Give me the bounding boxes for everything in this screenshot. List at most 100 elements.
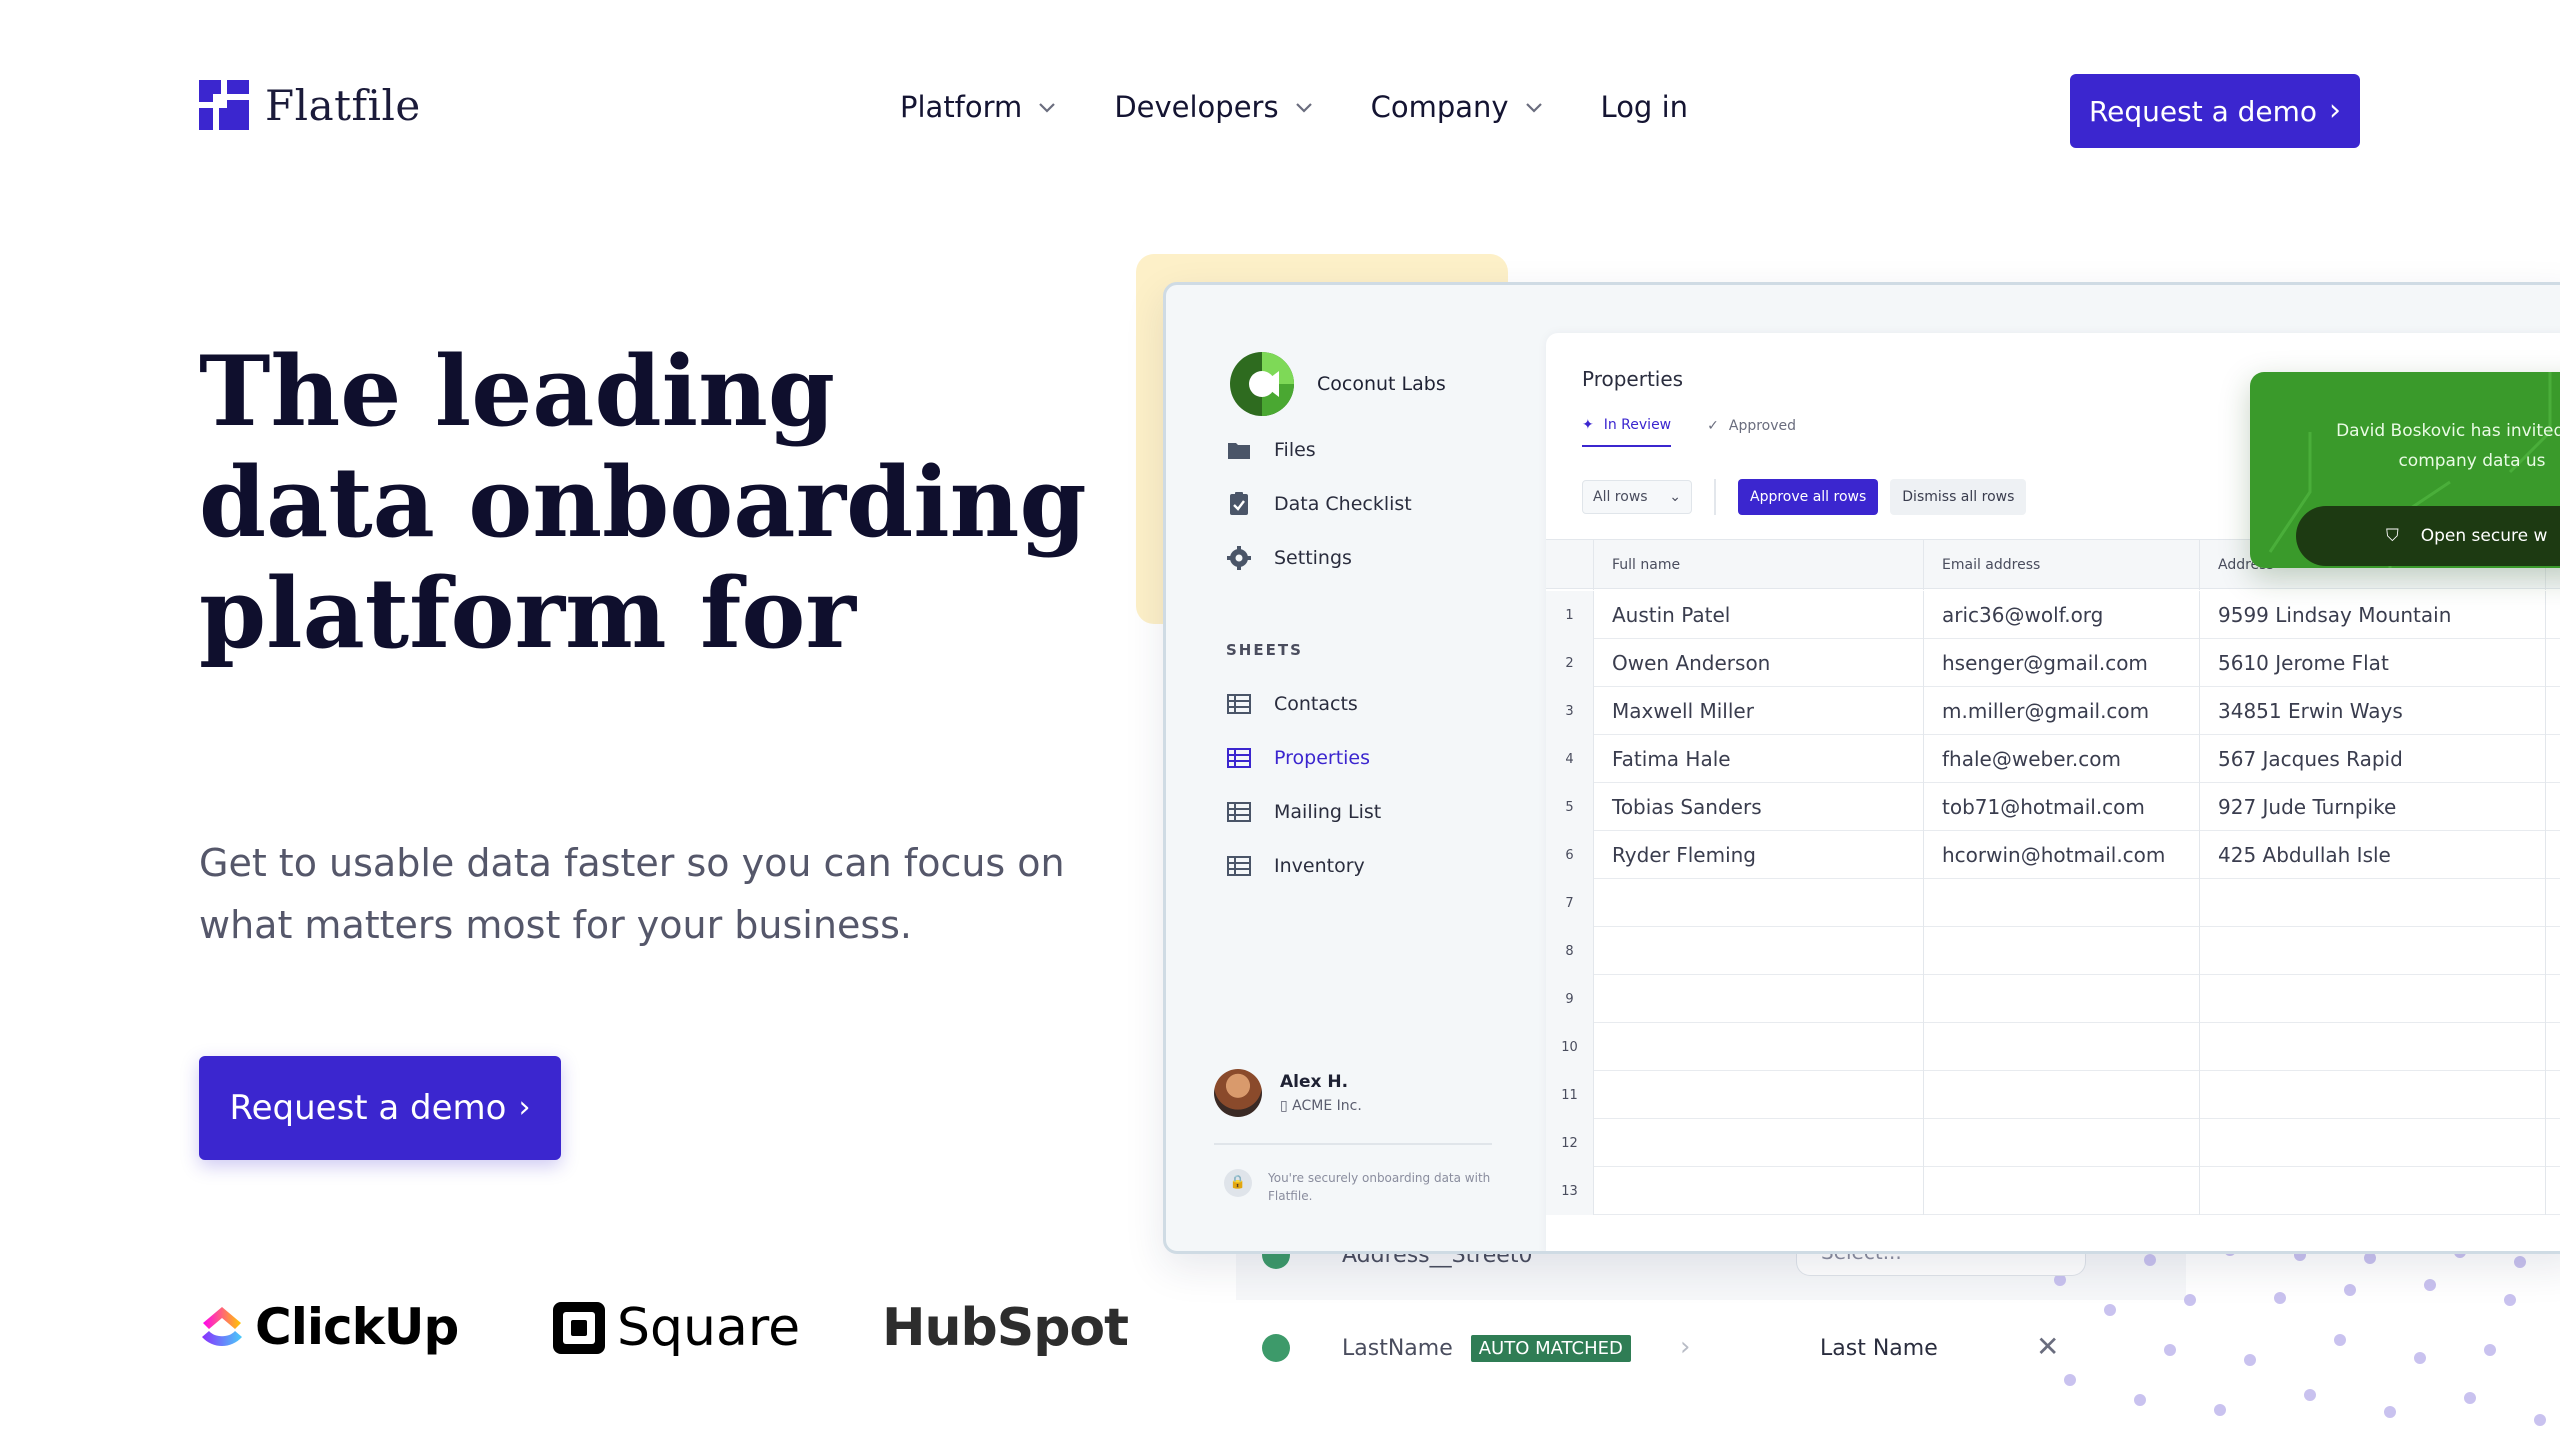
table-row[interactable]: 3 Maxwell Miller m.miller@gmail.com 34851 E… [1546,687,2560,735]
table-cell-address[interactable]: 425 Abdullah Isle [2200,831,2546,879]
table-row[interactable]: 10 [1546,1023,2560,1071]
sidebar-item-properties[interactable]: Properties [1226,745,1370,771]
table-row[interactable]: 6 Ryder Fleming hcorwin@hotmail.com 425 Abd… [1546,831,2560,879]
table-cell-name[interactable]: Tobias Sanders [1594,783,1924,831]
table-cell-extra[interactable]: 997 [2546,639,2560,687]
header-request-demo-button[interactable]: Request a demo › [2070,74,2360,148]
table-cell-extra[interactable]: 292 [2546,831,2560,879]
table-cell-extra[interactable] [2546,879,2560,927]
nav-company[interactable]: Company [1371,90,1545,124]
sidebar-item-settings[interactable]: Settings [1226,545,1352,571]
close-icon[interactable]: ✕ [2036,1330,2059,1363]
table-cell-extra[interactable] [2546,1119,2560,1167]
table-cell-email[interactable] [1924,1119,2200,1167]
table-cell-address[interactable]: 9599 Lindsay Mountain [2200,591,2546,639]
table-cell-email[interactable] [1924,1167,2200,1215]
sidebar-item-mailing-list[interactable]: Mailing List [1226,799,1381,825]
open-secure-workspace-button[interactable]: ⛉ Open secure w [2296,506,2560,566]
table-cell-email[interactable] [1924,975,2200,1023]
user-org: ▯ ACME Inc. [1280,1098,1362,1114]
table-cell-extra[interactable] [2546,1071,2560,1119]
column-header[interactable]: Email address [1924,540,2200,590]
table-cell-email[interactable]: hcorwin@hotmail.com [1924,831,2200,879]
table-cell-name[interactable]: Austin Patel [1594,591,1924,639]
table-cell-name[interactable]: Maxwell Miller [1594,687,1924,735]
table-cell-email[interactable] [1924,1023,2200,1071]
sidebar-item-files[interactable]: Files [1226,437,1316,463]
table-icon [1227,802,1251,822]
table-cell-extra[interactable] [2546,1023,2560,1071]
table-cell-email[interactable]: fhale@weber.com [1924,735,2200,783]
table-cell-address[interactable] [2200,1119,2546,1167]
table-cell-name[interactable] [1594,1071,1924,1119]
table-cell-email[interactable]: tob71@hotmail.com [1924,783,2200,831]
tab-approved[interactable]: ✓ Approved [1707,417,1796,447]
row-filter-select[interactable]: All rows ⌄ [1582,480,1692,514]
flatfile-logo[interactable]: Flatfile [199,80,421,130]
table-cell-name[interactable]: Ryder Fleming [1594,831,1924,879]
table-row[interactable]: 11 [1546,1071,2560,1119]
dismiss-all-button[interactable]: Dismiss all rows [1890,479,2027,515]
table-cell-name[interactable] [1594,879,1924,927]
row-number: 13 [1546,1167,1594,1215]
hero-request-demo-button[interactable]: Request a demo › [199,1056,561,1160]
table-row[interactable]: 2 Owen Anderson hsenger@gmail.com 5610 Jero… [1546,639,2560,687]
table-row[interactable]: 1 Austin Patel aric36@wolf.org 9599 Lindsay… [1546,591,2560,639]
table-row[interactable]: 8 [1546,927,2560,975]
table-cell-name[interactable] [1594,1023,1924,1071]
gear-icon [1227,546,1251,570]
table-cell-name[interactable] [1594,1167,1924,1215]
table-cell-email[interactable] [1924,1071,2200,1119]
table-cell-address[interactable]: 927 Jude Turnpike [2200,783,2546,831]
sidebar-item-contacts[interactable]: Contacts [1226,691,1358,717]
table-cell-email[interactable] [1924,879,2200,927]
table-cell-address[interactable] [2200,879,2546,927]
table-cell-email[interactable]: m.miller@gmail.com [1924,687,2200,735]
table-cell-extra[interactable] [2546,1167,2560,1215]
table-cell-extra[interactable] [2546,975,2560,1023]
table-row[interactable]: 7 [1546,879,2560,927]
sheet-toolbar: All rows ⌄ Approve all rows Dismiss all … [1582,479,2027,515]
nav-platform[interactable]: Platform [900,90,1058,124]
table-cell-address[interactable]: 5610 Jerome Flat [2200,639,2546,687]
table-cell-address[interactable] [2200,1023,2546,1071]
row-number: 5 [1546,783,1594,831]
table-cell-extra[interactable]: 795 [2546,735,2560,783]
login-link[interactable]: Log in [1601,90,1688,124]
table-cell-extra[interactable]: 568 [2546,687,2560,735]
sidebar-item-data-checklist[interactable]: Data Checklist [1226,491,1412,517]
table-cell-extra[interactable] [2546,927,2560,975]
table-cell-extra[interactable]: 196 [2546,591,2560,639]
table-cell-address[interactable] [2200,1167,2546,1215]
table-cell-email[interactable]: aric36@wolf.org [1924,591,2200,639]
table-cell-name[interactable]: Owen Anderson [1594,639,1924,687]
table-row[interactable]: 9 [1546,975,2560,1023]
user-profile[interactable]: Alex H. ▯ ACME Inc. [1214,1069,1362,1117]
table-cell-email[interactable]: hsenger@gmail.com [1924,639,2200,687]
table-cell-name[interactable] [1594,1119,1924,1167]
table-cell-name[interactable] [1594,975,1924,1023]
table-cell-address[interactable] [2200,1071,2546,1119]
row-number: 2 [1546,639,1594,687]
sidebar-item-label: Mailing List [1274,801,1382,823]
table-cell-extra[interactable]: 335 [2546,783,2560,831]
approve-all-button[interactable]: Approve all rows [1738,479,1879,515]
sidebar-item-inventory[interactable]: Inventory [1226,853,1365,879]
tab-label: In Review [1603,417,1672,433]
table-cell-address[interactable]: 34851 Erwin Ways [2200,687,2546,735]
table-cell-address[interactable] [2200,927,2546,975]
mapping-target-field[interactable]: Last Name [1820,1336,1938,1361]
nav-developers[interactable]: Developers [1114,90,1314,124]
table-row[interactable]: 12 [1546,1119,2560,1167]
table-row[interactable]: 5 Tobias Sanders tob71@hotmail.com 927 Jude… [1546,783,2560,831]
table-row[interactable]: 13 [1546,1167,2560,1215]
hero-title-line: platform for [199,557,856,670]
table-row[interactable]: 4 Fatima Hale fhale@weber.com 567 Jacques R… [1546,735,2560,783]
table-cell-address[interactable] [2200,975,2546,1023]
table-cell-email[interactable] [1924,927,2200,975]
table-cell-address[interactable]: 567 Jacques Rapid [2200,735,2546,783]
tab-in-review[interactable]: ✦ In Review [1582,417,1672,447]
table-cell-name[interactable] [1594,927,1924,975]
table-cell-name[interactable]: Fatima Hale [1594,735,1924,783]
column-header[interactable]: Full name [1594,540,1924,590]
